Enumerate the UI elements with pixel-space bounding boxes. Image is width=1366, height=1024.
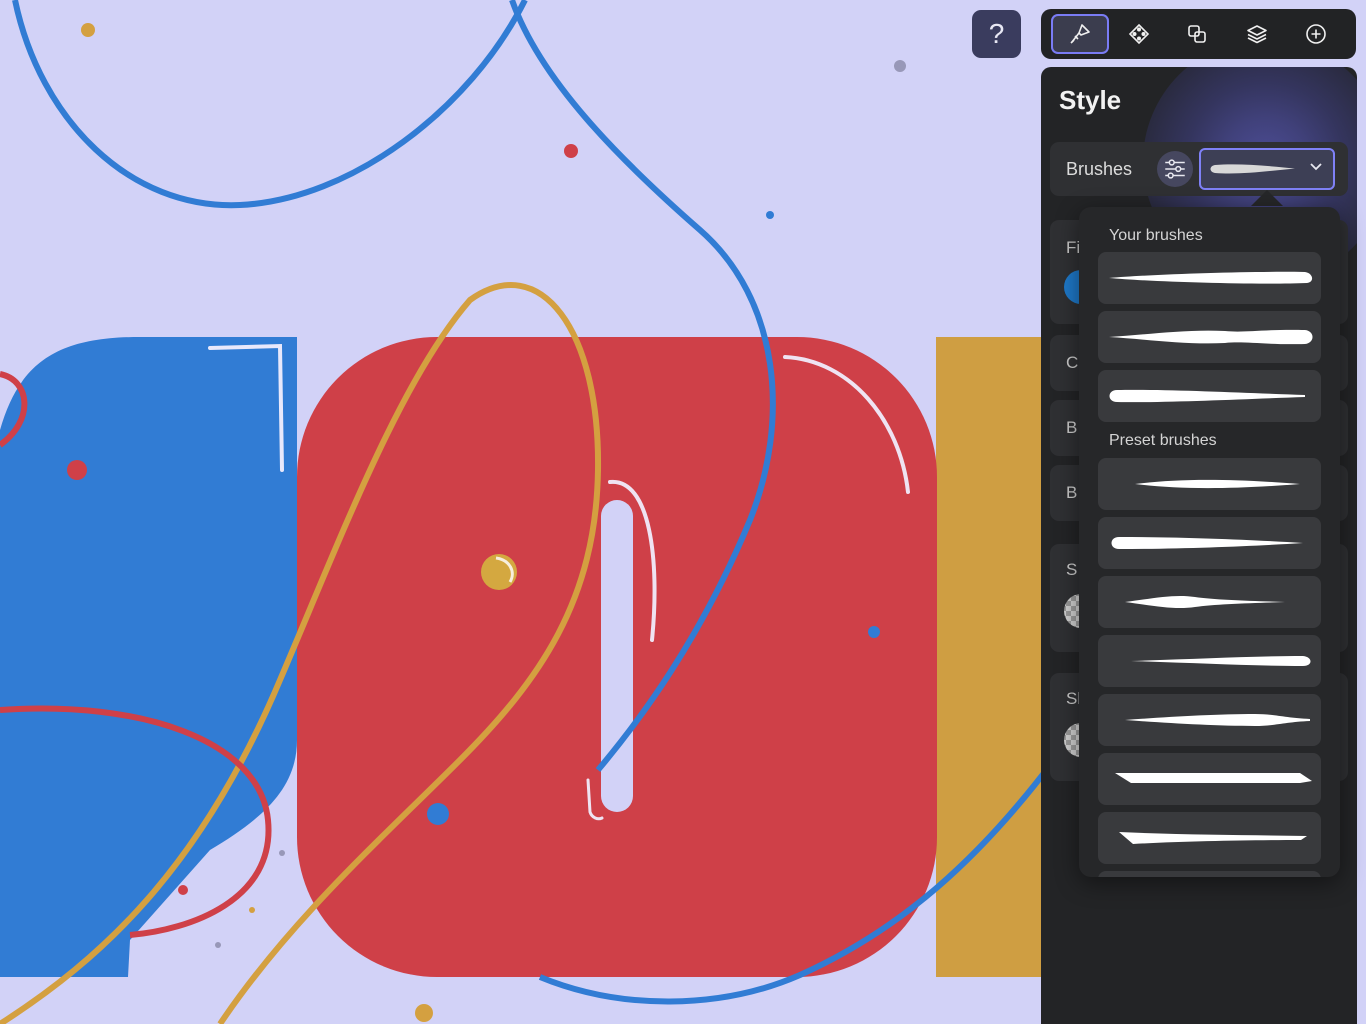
panel-title: Style: [1059, 85, 1122, 115]
preset-brush-3[interactable]: [1098, 576, 1321, 628]
brush-settings-button[interactable]: [1157, 151, 1193, 187]
sliders-icon: [1165, 159, 1185, 179]
brush-stroke-preview: [1114, 773, 1312, 783]
brushes-label: Brushes: [1066, 159, 1133, 179]
help-button[interactable]: ?: [972, 10, 1021, 58]
brush-picker-popup: Your brushes Preset brushes: [1079, 207, 1340, 877]
brush-stroke-preview: [1109, 389, 1305, 403]
user-brush-2[interactable]: [1098, 311, 1321, 363]
popup-arrow: [1251, 190, 1283, 206]
brush-stroke-preview: [1124, 595, 1285, 609]
preset-brush-5[interactable]: [1098, 694, 1321, 746]
brush-dropdown[interactable]: [1199, 148, 1335, 190]
preset-brush-6[interactable]: [1098, 753, 1321, 805]
boolean-squares-icon: [1188, 25, 1206, 43]
brush-stroke-preview: [1111, 537, 1303, 549]
plus-circle-icon: [1306, 24, 1326, 44]
layers-icon: [1247, 25, 1267, 44]
brushes-row: Brushes: [1050, 142, 1348, 196]
preset-brush-4[interactable]: [1098, 635, 1321, 687]
preset-brush-8[interactable]: [1098, 871, 1321, 877]
brush-stroke-preview: [1108, 271, 1312, 284]
preset-brushes-label: Preset brushes: [1109, 432, 1217, 449]
brush-stroke-preview: [1118, 832, 1307, 844]
brush-stroke-preview: [1124, 714, 1310, 726]
brush-icon: [1070, 24, 1090, 44]
node-diamond-icon: [1128, 23, 1150, 45]
add-tool-button[interactable]: [1287, 14, 1345, 54]
brush-stroke-preview: [1108, 329, 1312, 345]
preset-brush-2[interactable]: [1098, 517, 1321, 569]
preset-brush-1[interactable]: [1098, 458, 1321, 510]
preset-brush-7[interactable]: [1098, 812, 1321, 864]
brush-stroke-preview: [1134, 479, 1300, 489]
chevron-down-icon: [1310, 163, 1322, 171]
selected-brush-preview: [1210, 164, 1295, 174]
boolean-tool-button[interactable]: [1168, 14, 1226, 54]
node-tool-button[interactable]: [1110, 14, 1168, 54]
user-brush-3[interactable]: [1098, 370, 1321, 422]
toolbar: [1041, 9, 1356, 59]
style-tool-button[interactable]: [1051, 14, 1109, 54]
app-screen: ? Style Brushes Fi C B B S Sl Your brush…: [0, 0, 1366, 1024]
brush-stroke-preview: [1130, 656, 1310, 666]
user-brush-1[interactable]: [1098, 252, 1321, 304]
your-brushes-label: Your brushes: [1109, 227, 1203, 244]
layers-tool-button[interactable]: [1228, 14, 1286, 54]
